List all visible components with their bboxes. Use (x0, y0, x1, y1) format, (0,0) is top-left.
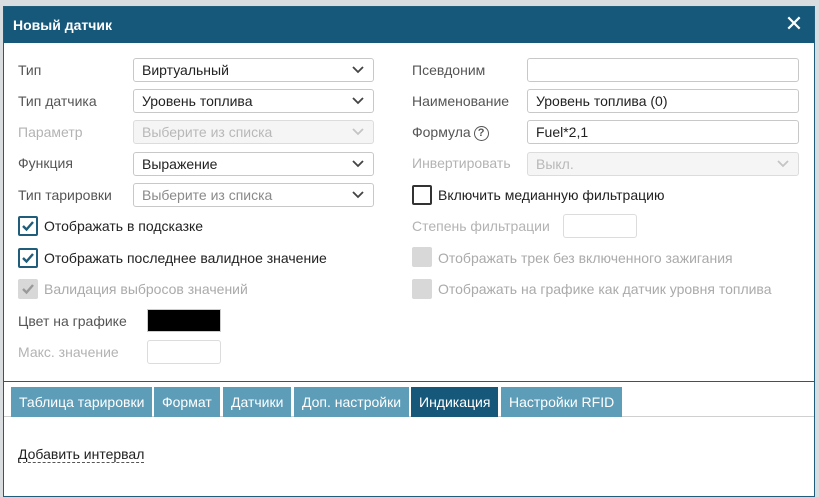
chevron-down-icon (352, 97, 364, 105)
parameter-select: Выберите из списка (133, 120, 374, 144)
invert-select: Выкл. (527, 152, 799, 176)
type-select-value: Виртуальный (142, 62, 229, 78)
tab-format[interactable]: Формат (154, 387, 220, 417)
track-no-ignition-checkbox (412, 247, 432, 267)
invert-label: Инвертировать (412, 155, 511, 171)
sensor-type-label: Тип датчика (18, 93, 97, 109)
check-icon (22, 284, 34, 295)
parameter-label: Параметр (18, 124, 83, 140)
tab-rfid-settings[interactable]: Настройки RFID (501, 387, 623, 417)
name-input[interactable]: Уровень топлива (0) (527, 89, 799, 113)
outlier-validation-label: Валидация выбросов значений (44, 281, 248, 297)
show-in-tooltip-checkbox[interactable] (18, 216, 38, 236)
tab-bar: Таблица тарировки Формат Датчики Доп. на… (4, 381, 814, 417)
chevron-down-icon (352, 66, 364, 74)
check-icon (22, 221, 34, 232)
max-value-label: Макс. значение (18, 344, 119, 360)
sensor-type-select[interactable]: Уровень топлива (133, 89, 374, 113)
dialog-title: Новый датчик (13, 17, 112, 33)
tab-indication[interactable]: Индикация (411, 387, 499, 417)
formula-value: Fuel*2,1 (536, 124, 589, 140)
filter-degree-input (563, 214, 637, 238)
type-select[interactable]: Виртуальный (133, 58, 374, 82)
alias-input[interactable] (527, 58, 799, 82)
close-icon[interactable]: ✕ (784, 13, 804, 35)
graph-color-label: Цвет на графике (18, 313, 127, 329)
tab-extra-settings[interactable]: Доп. настройки (294, 387, 410, 417)
sensor-type-value: Уровень топлива (142, 93, 253, 109)
show-last-valid-label: Отображать последнее валидное значение (44, 250, 327, 266)
chevron-down-icon (352, 160, 364, 168)
name-value: Уровень топлива (0) (536, 93, 668, 109)
add-interval-link[interactable]: Добавить интервал (18, 446, 145, 463)
parameter-placeholder: Выберите из списка (142, 124, 273, 140)
filter-degree-label: Степень фильтрации (412, 218, 550, 234)
max-value-input (147, 340, 221, 364)
formula-label: Формула? (412, 124, 489, 141)
function-value: Выражение (142, 156, 218, 172)
outlier-validation-checkbox (18, 279, 38, 299)
type-label: Тип (18, 62, 42, 78)
show-in-tooltip-label: Отображать в подсказке (44, 218, 204, 234)
calibration-type-placeholder: Выберите из списка (142, 187, 273, 203)
formula-input[interactable]: Fuel*2,1 (527, 120, 799, 144)
new-sensor-dialog: Новый датчик ✕ Тип Виртуальный Тип датчи… (3, 6, 815, 497)
formula-label-text: Формула (412, 124, 471, 140)
name-label: Наименование (412, 93, 510, 109)
function-select[interactable]: Выражение (133, 152, 374, 176)
show-as-fuel-checkbox (412, 279, 432, 299)
show-as-fuel-label: Отображать на графике как датчик уровня … (438, 281, 772, 297)
chevron-down-icon (777, 160, 789, 168)
dialog-titlebar: Новый датчик ✕ (4, 7, 814, 43)
invert-value: Выкл. (536, 156, 574, 172)
track-no-ignition-label: Отображать трек без включенного зажигани… (438, 250, 733, 266)
calibration-type-label: Тип тарировки (18, 187, 112, 203)
graph-color-swatch[interactable] (147, 309, 221, 332)
help-icon[interactable]: ? (473, 126, 489, 141)
calibration-type-select[interactable]: Выберите из списка (133, 183, 374, 207)
median-filter-label: Включить медианную фильтрацию (438, 187, 665, 203)
show-last-valid-checkbox[interactable] (18, 248, 38, 268)
chevron-down-icon (352, 128, 364, 136)
function-label: Функция (18, 155, 73, 171)
median-filter-checkbox[interactable] (412, 185, 432, 205)
tab-calibration-table[interactable]: Таблица тарировки (11, 387, 153, 417)
tab-sensors[interactable]: Датчики (223, 387, 292, 417)
check-icon (22, 253, 34, 264)
chevron-down-icon (352, 191, 364, 199)
alias-label: Псевдоним (412, 62, 486, 78)
